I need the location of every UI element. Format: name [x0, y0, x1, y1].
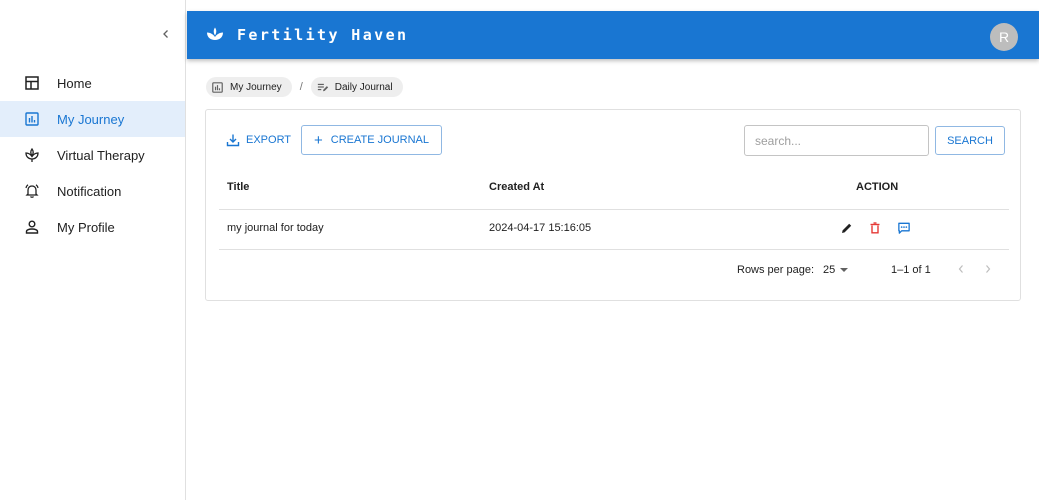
sidebar-item-label: Notification — [57, 183, 122, 199]
plus-icon: + — [314, 131, 323, 149]
search-button[interactable]: SEARCH — [935, 126, 1005, 155]
export-button[interactable]: EXPORT — [220, 126, 297, 154]
sidebar-item-label: Home — [57, 75, 92, 91]
bar-chart-icon — [212, 81, 224, 93]
collapse-sidebar-button[interactable] — [156, 24, 176, 44]
sidebar-item-my-journey[interactable]: My Journey — [0, 101, 185, 137]
bell-icon — [23, 182, 41, 200]
rows-per-page-select[interactable]: 25 — [823, 261, 849, 279]
app-bar: Fertility Haven R — [187, 11, 1039, 59]
delete-icon — [870, 222, 880, 234]
previous-page-button[interactable] — [953, 260, 969, 278]
sidebar: Home My Journey Virtual Therapy Notifica… — [0, 0, 186, 500]
breadcrumb-my-journey[interactable]: My Journey — [206, 77, 292, 97]
journal-card: EXPORT + CREATE JOURNAL SEARCH Title Cre… — [205, 109, 1021, 301]
chevron-right-icon — [986, 265, 991, 273]
chevron-left-icon — [163, 30, 168, 38]
column-header-title[interactable]: Title — [227, 181, 249, 193]
sidebar-item-virtual-therapy[interactable]: Virtual Therapy — [0, 137, 185, 173]
comment-icon — [898, 222, 910, 234]
rows-per-page-value: 25 — [823, 264, 836, 276]
bar-chart-icon — [23, 110, 41, 128]
breadcrumb: My Journey / Daily Journal — [206, 77, 403, 97]
rows-per-page-label: Rows per page: — [737, 264, 815, 276]
caret-down-icon — [840, 268, 849, 272]
cell-created-at: 2024-04-17 15:16:05 — [489, 222, 592, 234]
chevron-left-icon — [958, 265, 963, 273]
create-journal-button[interactable]: + CREATE JOURNAL — [301, 125, 442, 155]
avatar[interactable]: R — [990, 23, 1018, 51]
delete-button[interactable] — [868, 221, 882, 235]
sidebar-item-home[interactable]: Home — [0, 65, 185, 101]
sidebar-item-notification[interactable]: Notification — [0, 173, 185, 209]
comment-button[interactable] — [897, 221, 911, 235]
grid-icon — [23, 74, 41, 92]
breadcrumb-label: Daily Journal — [334, 81, 393, 93]
create-journal-label: CREATE JOURNAL — [330, 134, 429, 146]
pagination-range: 1–1 of 1 — [891, 264, 931, 276]
export-label: EXPORT — [246, 134, 292, 146]
row-divider — [219, 249, 1009, 250]
column-header-created-at[interactable]: Created At — [489, 181, 544, 193]
app-title: Fertility Haven — [237, 26, 409, 44]
column-header-action: ACTION — [856, 181, 899, 193]
cell-title: my journal for today — [227, 222, 324, 234]
search-input[interactable] — [744, 125, 929, 156]
sidebar-nav: Home My Journey Virtual Therapy Notifica… — [0, 65, 185, 245]
sidebar-item-label: My Profile — [57, 219, 115, 235]
edit-icon — [842, 223, 852, 233]
sidebar-item-label: My Journey — [57, 111, 125, 127]
breadcrumb-separator: / — [299, 81, 303, 93]
person-icon — [23, 218, 41, 236]
lotus-logo-icon — [207, 27, 223, 40]
header-divider — [219, 209, 1009, 210]
lotus-icon — [23, 146, 41, 164]
sidebar-item-my-profile[interactable]: My Profile — [0, 209, 185, 245]
breadcrumb-label: My Journey — [230, 81, 282, 93]
edit-button[interactable] — [840, 221, 854, 235]
edit-list-icon — [317, 81, 329, 93]
sidebar-item-label: Virtual Therapy — [57, 147, 145, 163]
breadcrumb-daily-journal[interactable]: Daily Journal — [310, 77, 403, 97]
next-page-button[interactable] — [980, 260, 996, 278]
download-icon — [226, 134, 240, 147]
